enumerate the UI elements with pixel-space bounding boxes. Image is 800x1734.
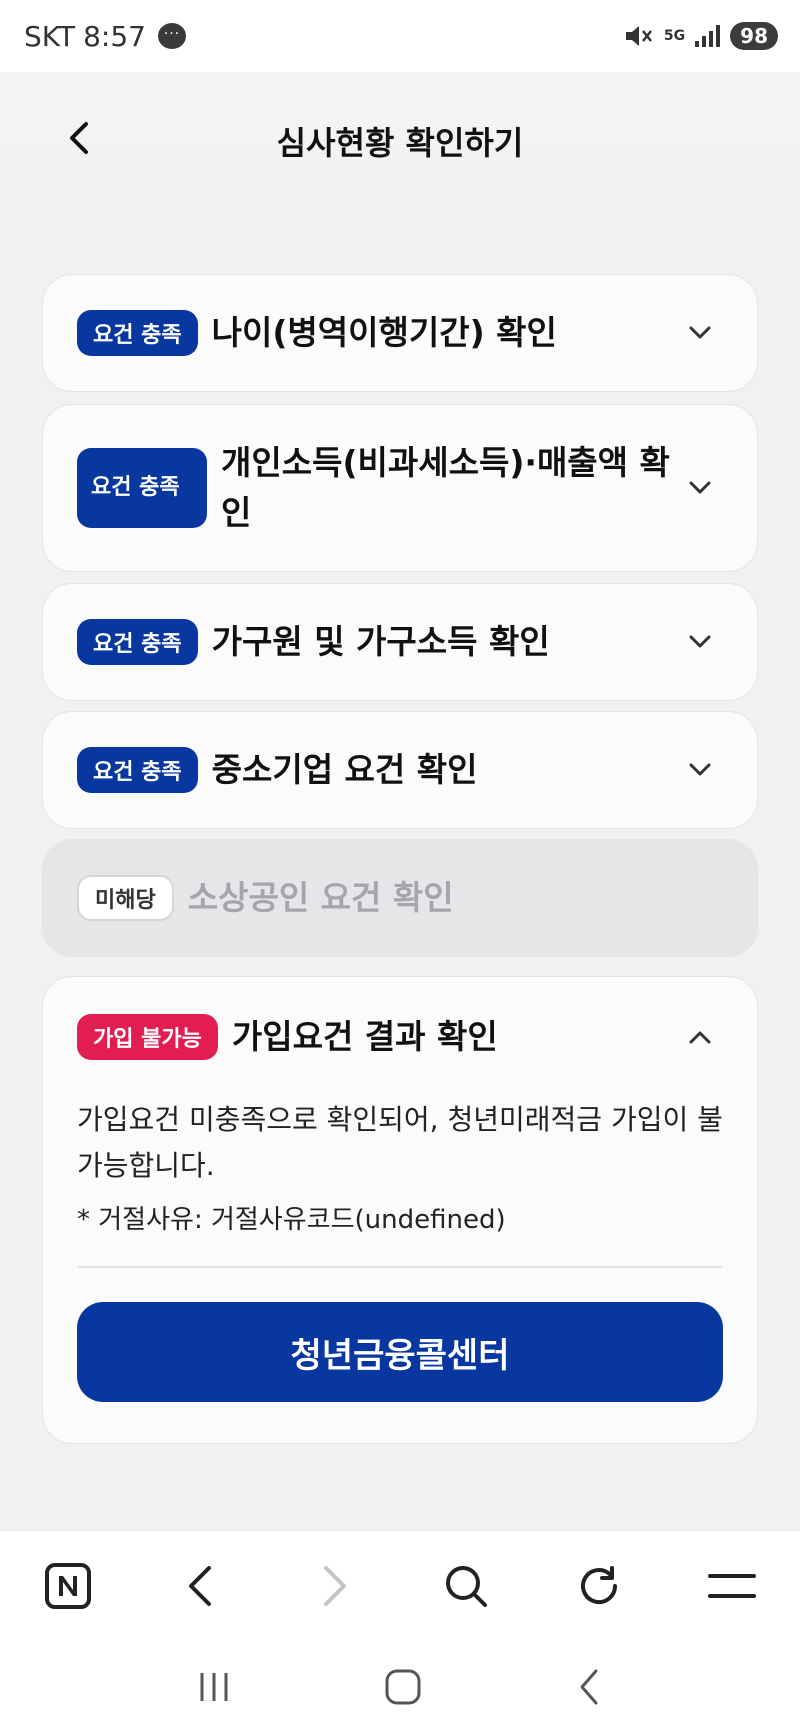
card-title: 가입요건 결과 확인 [231,1017,498,1056]
mute-icon [625,26,652,46]
chevron-down-icon[interactable] [683,471,717,505]
card-title: 중소기업 요건 확인 [211,750,478,789]
result-message: 가입요건 미충족으로 확인되어, 청년미래적금 가입이 불가능합니다. [77,1103,723,1182]
result-card: 가입 불가능 가입요건 결과 확인 가입요건 미충족으로 확인되어, 청년미래적… [42,976,758,1444]
chevron-down-icon[interactable] [683,316,717,350]
status-badge: 요건 충족 [77,619,198,665]
search-icon[interactable] [440,1560,492,1612]
forward-arrow-icon[interactable] [308,1560,360,1612]
home-icon[interactable] [384,1668,422,1706]
refresh-icon[interactable] [573,1560,625,1612]
system-navigation-bar [0,1640,800,1734]
browser-toolbar [0,1530,800,1640]
requirement-card-sme[interactable]: 요건 충족 중소기업 요건 확인 [42,711,758,829]
status-badge: 요건 충족 [77,747,198,793]
menu-icon[interactable] [706,1560,758,1612]
carrier: SKT [24,19,76,53]
scrolled-heading-fragment: ▔▔ ▔▔ ▔▔ [70,186,380,216]
divider [77,1266,723,1268]
back-icon[interactable] [574,1668,604,1706]
card-title: 나이(병역이행기간) 확인 [211,313,557,352]
status-bar: SKT 8:57 5G 98 [0,0,800,72]
status-badge: 요건 충족 [77,310,198,356]
clock: 8:57 [83,19,146,53]
card-title: 소상공인 요건 확인 [187,878,454,917]
rejection-reason: * 거절사유: 거절사유코드(undefined) [77,1205,506,1235]
requirement-card-household[interactable]: 요건 충족 가구원 및 가구소득 확인 [42,583,758,701]
recent-apps-icon[interactable] [196,1670,232,1704]
card-title: 가구원 및 가구소득 확인 [211,622,550,661]
card-title: 개인소득(비과세소득)·매출액 확인 [221,443,670,532]
chevron-up-icon[interactable] [683,1020,717,1054]
result-card-header[interactable]: 가입 불가능 가입요건 결과 확인 [43,977,757,1097]
page-header: 심사현황 확인하기 [0,72,800,202]
chevron-down-icon[interactable] [683,625,717,659]
status-badge: 미해당 [77,875,174,921]
back-arrow-icon[interactable] [175,1560,227,1612]
signal-icon [695,25,721,47]
network-type: 5G [663,28,686,44]
page-title: 심사현황 확인하기 [276,124,524,162]
chevron-down-icon[interactable] [683,753,717,787]
status-badge: 가입 불가능 [77,1014,218,1060]
naver-icon[interactable] [42,1560,94,1612]
requirement-card-age[interactable]: 요건 충족 나이(병역이행기간) 확인 [42,274,758,392]
battery-level: 98 [730,22,778,50]
call-center-button[interactable]: 청년금융콜센터 [77,1302,723,1402]
requirement-card-income[interactable]: 요건 충족 개인소득(비과세소득)·매출액 확인 [42,404,758,572]
chat-notification-icon [157,23,186,49]
requirement-card-small-business: 미해당 소상공인 요건 확인 [42,839,758,957]
status-badge: 요건 충족 [77,448,207,528]
